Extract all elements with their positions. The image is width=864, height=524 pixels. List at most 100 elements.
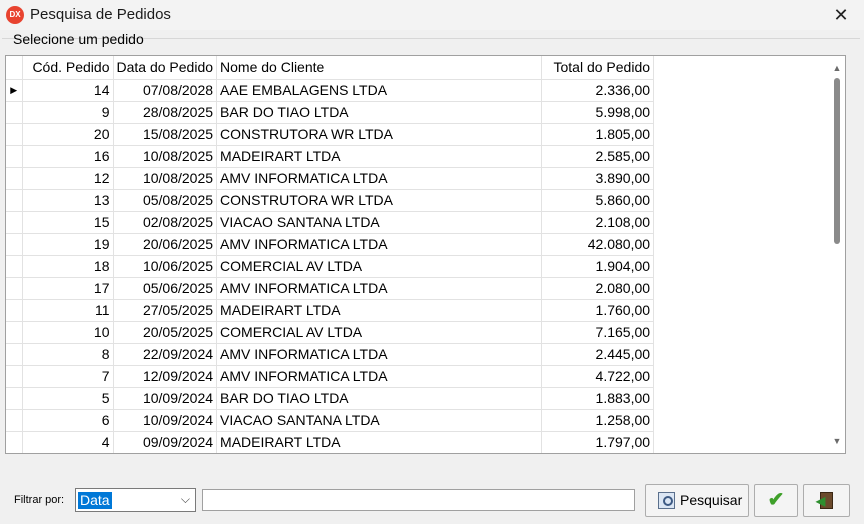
cell-data[interactable]: 20/06/2025 xyxy=(113,233,218,256)
cell-total[interactable]: 5.998,00 xyxy=(541,101,655,124)
cell-cod[interactable]: 14 xyxy=(22,79,114,102)
table-row[interactable]: 10 20/05/2025 COMERCIAL AV LTDA 7.165,00 xyxy=(6,321,655,344)
cell-nome[interactable]: BAR DO TIAO LTDA xyxy=(216,387,543,410)
cell-nome[interactable]: MADEIRART LTDA xyxy=(216,431,543,453)
cell-cod[interactable]: 18 xyxy=(22,255,114,278)
table-row[interactable]: 5 10/09/2024 BAR DO TIAO LTDA 1.883,00 xyxy=(6,387,655,410)
cell-total[interactable]: 1.883,00 xyxy=(541,387,655,410)
cell-nome[interactable]: COMERCIAL AV LTDA xyxy=(216,321,543,344)
table-row[interactable]: 12 10/08/2025 AMV INFORMATICA LTDA 3.890,00 xyxy=(6,167,655,190)
cell-total[interactable]: 4.722,00 xyxy=(541,365,655,388)
table-row[interactable]: 11 27/05/2025 MADEIRART LTDA 1.760,00 xyxy=(6,299,655,322)
close-button[interactable]: ✕ xyxy=(818,0,864,30)
cell-nome[interactable]: MADEIRART LTDA xyxy=(216,145,543,168)
cell-nome[interactable]: MADEIRART LTDA xyxy=(216,299,543,322)
cell-cod[interactable]: 12 xyxy=(22,167,114,190)
cell-cod[interactable]: 10 xyxy=(22,321,114,344)
cell-total[interactable]: 2.108,00 xyxy=(541,211,655,234)
cell-total[interactable]: 1.797,00 xyxy=(541,431,655,453)
table-row[interactable]: 6 10/09/2024 VIACAO SANTANA LTDA 1.258,00 xyxy=(6,409,655,432)
table-row[interactable]: 15 02/08/2025 VIACAO SANTANA LTDA 2.108,00 xyxy=(6,211,655,234)
cell-nome[interactable]: AMV INFORMATICA LTDA xyxy=(216,233,543,256)
cell-data[interactable]: 22/09/2024 xyxy=(113,343,218,366)
column-header-total[interactable]: Total do Pedido xyxy=(541,56,655,80)
cell-total[interactable]: 1.904,00 xyxy=(541,255,655,278)
cell-cod[interactable]: 19 xyxy=(22,233,114,256)
table-row[interactable]: 4 09/09/2024 MADEIRART LTDA 1.797,00 xyxy=(6,431,655,453)
cell-data[interactable]: 09/09/2024 xyxy=(113,431,218,453)
cell-data[interactable]: 02/08/2025 xyxy=(113,211,218,234)
cell-nome[interactable]: CONSTRUTORA WR LTDA xyxy=(216,123,543,146)
filter-text-input[interactable] xyxy=(202,489,635,511)
table-row[interactable]: 17 05/06/2025 AMV INFORMATICA LTDA 2.080,00 xyxy=(6,277,655,300)
cell-cod[interactable]: 5 xyxy=(22,387,114,410)
cell-cod[interactable]: 6 xyxy=(22,409,114,432)
cell-data[interactable]: 10/09/2024 xyxy=(113,409,218,432)
cell-nome[interactable]: AAE EMBALAGENS LTDA xyxy=(216,79,543,102)
scroll-up-icon[interactable]: ▲ xyxy=(829,60,845,76)
table-row[interactable]: 20 15/08/2025 CONSTRUTORA WR LTDA 1.805,00 xyxy=(6,123,655,146)
column-header-cod[interactable]: Cód. Pedido xyxy=(22,56,114,80)
cell-cod[interactable]: 11 xyxy=(22,299,114,322)
cell-nome[interactable]: BAR DO TIAO LTDA xyxy=(216,101,543,124)
cell-data[interactable]: 05/08/2025 xyxy=(113,189,218,212)
table-row[interactable]: 7 12/09/2024 AMV INFORMATICA LTDA 4.722,00 xyxy=(6,365,655,388)
cell-data[interactable]: 28/08/2025 xyxy=(113,101,218,124)
cell-data[interactable]: 05/06/2025 xyxy=(113,277,218,300)
cell-data[interactable]: 10/08/2025 xyxy=(113,145,218,168)
exit-button[interactable]: ◀ xyxy=(803,484,850,517)
cell-nome[interactable]: VIACAO SANTANA LTDA xyxy=(216,211,543,234)
table-row[interactable]: ▶ 14 07/08/2028 AAE EMBALAGENS LTDA 2.336,00 xyxy=(6,79,655,102)
cell-cod[interactable]: 15 xyxy=(22,211,114,234)
table-row[interactable]: 19 20/06/2025 AMV INFORMATICA LTDA 42.080,0… xyxy=(6,233,655,256)
chevron-down-icon[interactable]: ⌵ xyxy=(181,492,190,507)
cell-cod[interactable]: 4 xyxy=(22,431,114,453)
cell-cod[interactable]: 8 xyxy=(22,343,114,366)
cell-total[interactable]: 2.585,00 xyxy=(541,145,655,168)
confirm-button[interactable]: ✔ xyxy=(754,484,798,517)
cell-cod[interactable]: 13 xyxy=(22,189,114,212)
table-row[interactable]: 8 22/09/2024 AMV INFORMATICA LTDA 2.445,00 xyxy=(6,343,655,366)
cell-data[interactable]: 07/08/2028 xyxy=(113,79,218,102)
cell-nome[interactable]: AMV INFORMATICA LTDA xyxy=(216,277,543,300)
table-row[interactable]: 9 28/08/2025 BAR DO TIAO LTDA 5.998,00 xyxy=(6,101,655,124)
cell-cod[interactable]: 17 xyxy=(22,277,114,300)
column-header-nome[interactable]: Nome do Cliente xyxy=(216,56,543,80)
filter-select[interactable]: Data ⌵ xyxy=(75,488,196,512)
orders-grid[interactable]: Cód. Pedido Data do Pedido Nome do Clien… xyxy=(5,55,846,454)
cell-nome[interactable]: COMERCIAL AV LTDA xyxy=(216,255,543,278)
scroll-thumb[interactable] xyxy=(834,78,840,244)
table-row[interactable]: 16 10/08/2025 MADEIRART LTDA 2.585,00 xyxy=(6,145,655,168)
cell-total[interactable]: 7.165,00 xyxy=(541,321,655,344)
cell-cod[interactable]: 20 xyxy=(22,123,114,146)
cell-nome[interactable]: CONSTRUTORA WR LTDA xyxy=(216,189,543,212)
cell-nome[interactable]: AMV INFORMATICA LTDA xyxy=(216,365,543,388)
cell-data[interactable]: 10/06/2025 xyxy=(113,255,218,278)
column-header-data[interactable]: Data do Pedido xyxy=(113,56,218,80)
cell-data[interactable]: 10/09/2024 xyxy=(113,387,218,410)
cell-total[interactable]: 2.080,00 xyxy=(541,277,655,300)
cell-nome[interactable]: AMV INFORMATICA LTDA xyxy=(216,343,543,366)
cell-data[interactable]: 12/09/2024 xyxy=(113,365,218,388)
cell-data[interactable]: 27/05/2025 xyxy=(113,299,218,322)
table-row[interactable]: 13 05/08/2025 CONSTRUTORA WR LTDA 5.860,00 xyxy=(6,189,655,212)
table-row[interactable]: 18 10/06/2025 COMERCIAL AV LTDA 1.904,00 xyxy=(6,255,655,278)
cell-total[interactable]: 5.860,00 xyxy=(541,189,655,212)
cell-total[interactable]: 3.890,00 xyxy=(541,167,655,190)
cell-cod[interactable]: 9 xyxy=(22,101,114,124)
cell-total[interactable]: 1.805,00 xyxy=(541,123,655,146)
cell-data[interactable]: 20/05/2025 xyxy=(113,321,218,344)
cell-nome[interactable]: VIACAO SANTANA LTDA xyxy=(216,409,543,432)
cell-total[interactable]: 42.080,00 xyxy=(541,233,655,256)
scroll-down-icon[interactable]: ▼ xyxy=(829,433,845,449)
cell-cod[interactable]: 16 xyxy=(22,145,114,168)
search-button[interactable]: Pesquisar xyxy=(645,484,749,517)
cell-total[interactable]: 2.336,00 xyxy=(541,79,655,102)
vertical-scrollbar[interactable]: ▲ ▼ xyxy=(829,56,845,453)
cell-nome[interactable]: AMV INFORMATICA LTDA xyxy=(216,167,543,190)
cell-data[interactable]: 15/08/2025 xyxy=(113,123,218,146)
cell-data[interactable]: 10/08/2025 xyxy=(113,167,218,190)
cell-total[interactable]: 1.760,00 xyxy=(541,299,655,322)
cell-total[interactable]: 1.258,00 xyxy=(541,409,655,432)
cell-total[interactable]: 2.445,00 xyxy=(541,343,655,366)
